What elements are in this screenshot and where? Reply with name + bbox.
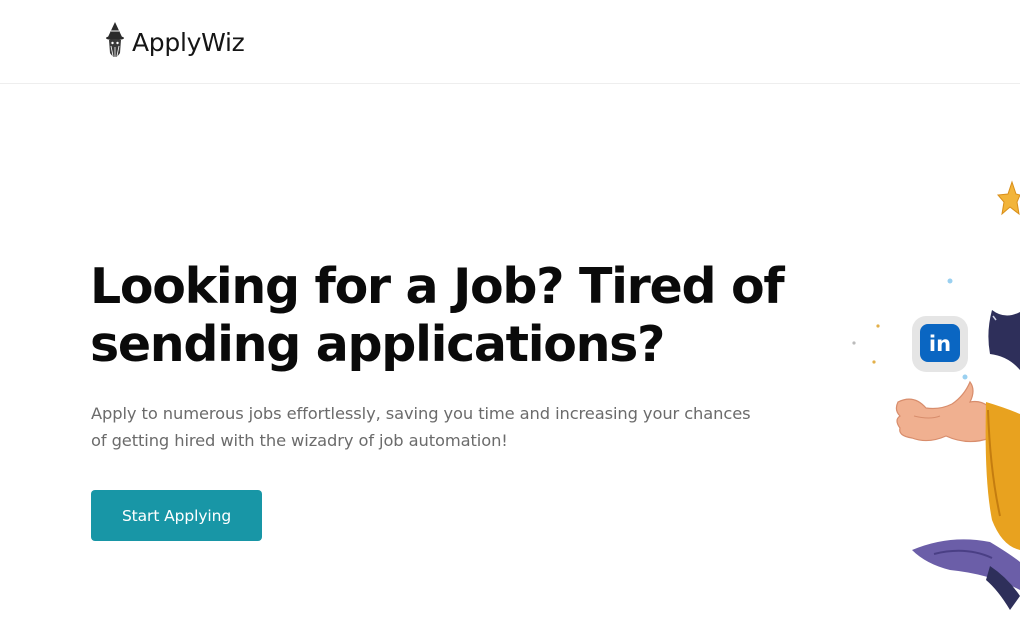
- wizard-illustration: in: [840, 170, 1020, 610]
- hero-title-line-2: sending applications?: [90, 316, 665, 373]
- site-header: ApplyWiz: [0, 0, 1020, 84]
- logo-text: ApplyWiz: [132, 27, 245, 57]
- hero-subtitle-line-1: Apply to numerous jobs effortlessly, sav…: [91, 404, 751, 423]
- hero-subtitle-line-2: of getting hired with the wizadry of job…: [91, 431, 508, 450]
- sparkle-icon: [947, 278, 953, 284]
- hero-subtitle: Apply to numerous jobs effortlessly, sav…: [91, 400, 791, 454]
- star-icon: [996, 180, 1020, 216]
- landing-page: ApplyWiz Looking for a Job? Tired of sen…: [0, 0, 1020, 638]
- hero-title: Looking for a Job? Tired of sending appl…: [90, 258, 790, 374]
- start-applying-button[interactable]: Start Applying: [91, 490, 262, 541]
- wizard-logo-icon: [106, 22, 124, 59]
- linkedin-badge-text: in: [929, 332, 951, 356]
- logo-link[interactable]: ApplyWiz: [104, 20, 245, 64]
- wizard-illustration-art: in: [852, 180, 1020, 610]
- hero-title-line-1: Looking for a Job? Tired of: [90, 258, 785, 315]
